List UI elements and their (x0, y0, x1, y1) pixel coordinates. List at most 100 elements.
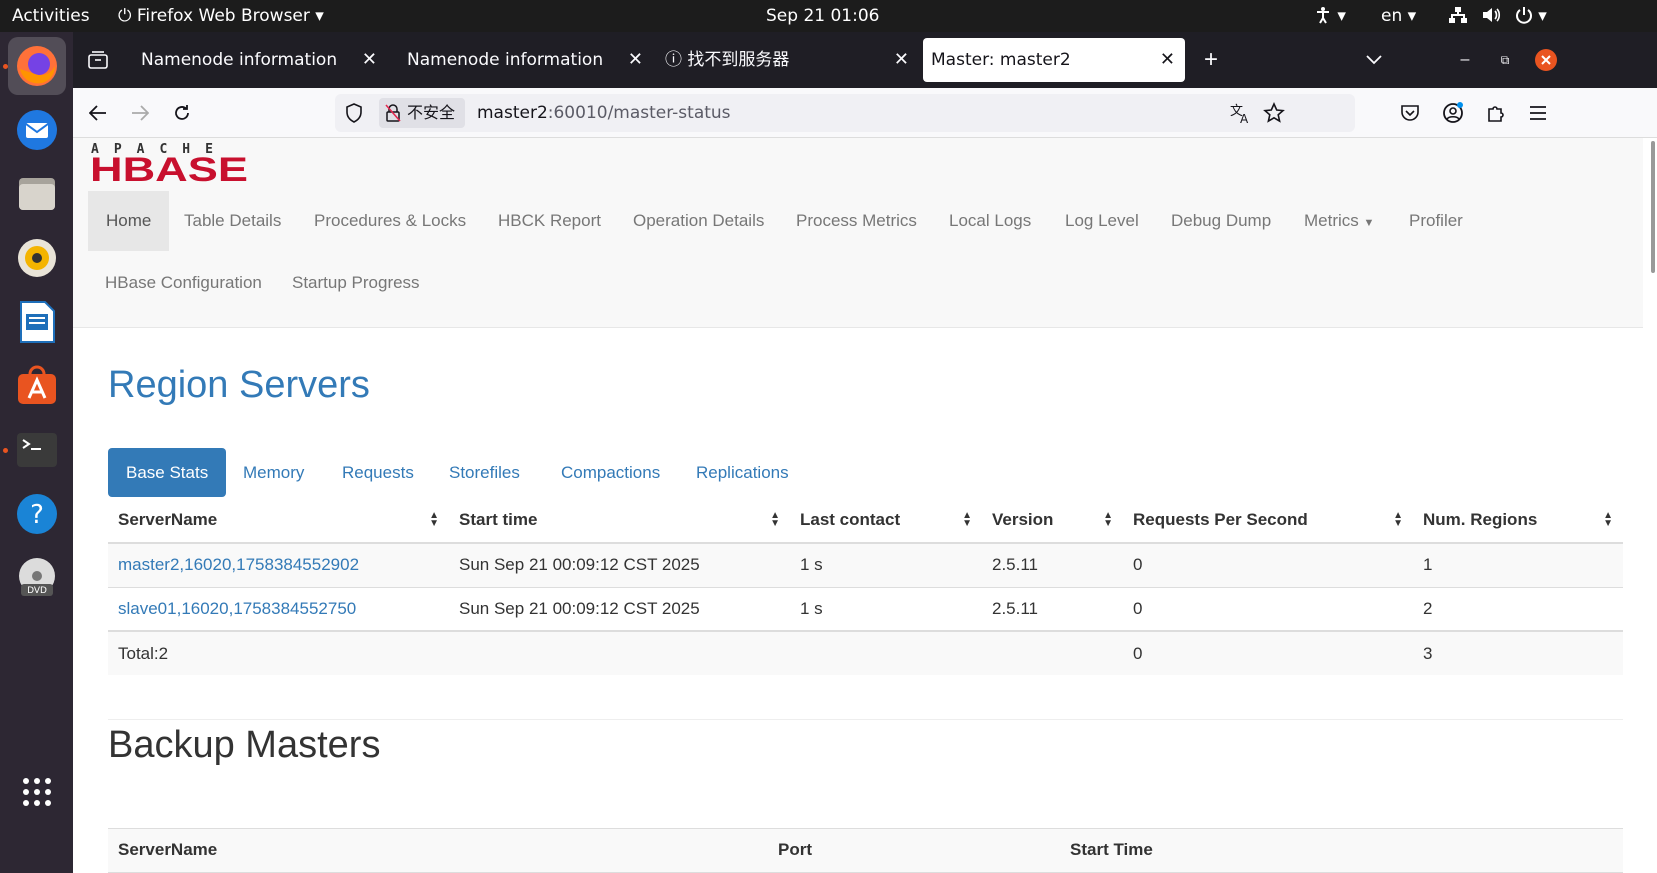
url-text[interactable]: master2:60010/master-status (477, 94, 731, 132)
column-header-servername[interactable]: ServerName ▲ ▼ (108, 497, 449, 544)
tracking-shield-icon[interactable] (345, 103, 363, 128)
tab-compactions[interactable]: Compactions (543, 448, 678, 497)
firefox-view-button[interactable] (83, 45, 113, 75)
server-link[interactable]: master2,16020,1758384552902 (118, 555, 359, 574)
tab-memory[interactable]: Memory (225, 448, 322, 497)
table-header-row: ServerName ▲ ▼ Start time ▲ ▼ Last contact ▲ ▼… (108, 497, 1623, 544)
dvd-icon: DVD (19, 558, 55, 596)
list-all-tabs-button[interactable] (1359, 45, 1389, 75)
nav-log-level[interactable]: Log Level (1047, 191, 1157, 251)
account-icon (1443, 102, 1463, 123)
url-host: master2 (477, 103, 548, 123)
network-icon (1449, 7, 1467, 23)
sort-icon: ▲ ▼ (429, 510, 439, 529)
browser-tab[interactable]: Namenode information ✕ (133, 38, 387, 82)
nav-profiler[interactable]: Profiler (1391, 191, 1481, 251)
dock-thunderbird[interactable] (8, 101, 66, 159)
tab-base-stats[interactable]: Base Stats (108, 448, 227, 497)
browser-tab-active[interactable]: Master: master2 ✕ (923, 38, 1185, 82)
dock-terminal[interactable] (8, 421, 66, 479)
running-indicator (3, 448, 8, 453)
tab-requests[interactable]: Requests (324, 448, 432, 497)
site-security-indicator[interactable]: 不安全 (379, 98, 465, 128)
app-menu[interactable]: ⏻ Firefox Web Browser ▾ (118, 0, 324, 32)
close-window-button[interactable] (1531, 45, 1561, 75)
sort-icon: ▲ ▼ (1393, 510, 1403, 529)
dock-files[interactable] (8, 165, 66, 223)
translate-icon[interactable]: 文A (1229, 102, 1251, 129)
help-icon: ? (17, 494, 57, 534)
page-scrollbar[interactable] (1651, 141, 1655, 273)
dock-firefox[interactable] (8, 37, 66, 95)
nav-hbase-configuration[interactable]: HBase Configuration (87, 253, 280, 313)
column-header-version[interactable]: Version ▲ ▼ (982, 497, 1123, 544)
account-button[interactable] (1438, 98, 1468, 128)
nav-startup-progress[interactable]: Startup Progress (274, 253, 438, 313)
column-header-start-time[interactable]: Start time ▲ ▼ (449, 497, 790, 544)
dock-show-apps[interactable] (8, 763, 66, 821)
browser-tab[interactable]: ⓘ 找不到服务器 ✕ (665, 38, 919, 82)
restore-button[interactable]: ⧉ (1490, 45, 1520, 75)
forward-button[interactable] (125, 98, 155, 128)
tab-title: Master: master2 (931, 50, 1071, 70)
column-header-num-regions[interactable]: Num. Regions ▲ ▼ (1413, 497, 1623, 544)
nav-home[interactable]: Home (88, 191, 170, 251)
nav-process-metrics[interactable]: Process Metrics (778, 191, 935, 251)
column-header-servername: ServerName (108, 828, 768, 873)
close-tab-icon[interactable]: ✕ (1160, 38, 1175, 82)
close-tab-icon[interactable]: ✕ (628, 38, 643, 82)
page-content: APACHE HBASE Home Table Details Procedur… (73, 138, 1643, 873)
svg-text:DVD: DVD (27, 586, 47, 596)
language-menu[interactable]: en ▾ (1381, 0, 1416, 32)
pocket-button[interactable] (1395, 98, 1425, 128)
close-tab-icon[interactable]: ✕ (362, 38, 377, 82)
tab-replications[interactable]: Replications (678, 448, 807, 497)
dock-app-center[interactable] (8, 357, 66, 415)
minimize-button[interactable]: – (1450, 45, 1480, 75)
nav-table-details[interactable]: Table Details (166, 191, 299, 251)
nav-operation-details[interactable]: Operation Details (615, 191, 782, 251)
url-bar[interactable]: 不安全 master2:60010/master-status 文A (335, 94, 1355, 132)
column-header-requests-per-second[interactable]: Requests Per Second ▲ ▼ (1123, 497, 1413, 544)
start-time-cell: Sun Sep 21 00:09:12 CST 2025 (449, 586, 790, 631)
section-divider (108, 719, 1623, 720)
writer-icon (20, 301, 55, 343)
extensions-button[interactable] (1481, 98, 1511, 128)
close-tab-icon[interactable]: ✕ (894, 38, 909, 82)
bookmark-star-icon[interactable] (1263, 102, 1285, 129)
app-menu-button[interactable] (1523, 98, 1553, 128)
rhythmbox-icon (18, 239, 56, 277)
column-header-start-time: Start Time (1060, 828, 1623, 873)
tab-storefiles[interactable]: Storefiles (431, 448, 538, 497)
nav-local-logs[interactable]: Local Logs (931, 191, 1049, 251)
nav-debug-dump[interactable]: Debug Dump (1153, 191, 1289, 251)
server-link[interactable]: slave01,16020,1758384552750 (118, 599, 356, 618)
new-tab-button[interactable]: + (1196, 45, 1226, 75)
clock[interactable]: Sep 21 01:06 (766, 0, 879, 32)
chevron-down-icon (1366, 55, 1382, 65)
hbase-logo[interactable]: APACHE HBASE (90, 141, 250, 189)
total-rps: 0 (1123, 630, 1413, 675)
dock-help[interactable]: ? (8, 485, 66, 543)
column-header-last-contact[interactable]: Last contact ▲ ▼ (790, 497, 982, 544)
table-row: master2,16020,1758384552902 Sun Sep 21 0… (108, 542, 1623, 587)
column-header-port: Port (768, 828, 1060, 873)
volume-icon (1483, 8, 1501, 22)
puzzle-icon (1488, 106, 1504, 122)
chevron-down-icon: ▾ (309, 6, 324, 26)
accessibility-menu[interactable]: ▾ (1314, 0, 1346, 32)
tab-title: 找不到服务器 (687, 50, 790, 70)
nav-metrics-dropdown[interactable]: Metrics ▼ (1286, 191, 1392, 251)
tab-title: Namenode information (141, 50, 338, 70)
activities-button[interactable]: Activities (12, 0, 90, 32)
dock-dvd[interactable]: DVD (8, 549, 66, 607)
reload-button[interactable] (167, 98, 197, 128)
power-icon (1515, 7, 1532, 24)
back-button[interactable] (83, 98, 113, 128)
nav-hbck-report[interactable]: HBCK Report (480, 191, 619, 251)
nav-procedures-locks[interactable]: Procedures & Locks (296, 191, 484, 251)
dock-writer[interactable] (8, 293, 66, 351)
dock-rhythmbox[interactable] (8, 229, 66, 287)
browser-tab[interactable]: Namenode information ✕ (399, 38, 653, 82)
system-menu[interactable]: ▾ (1448, 0, 1547, 32)
